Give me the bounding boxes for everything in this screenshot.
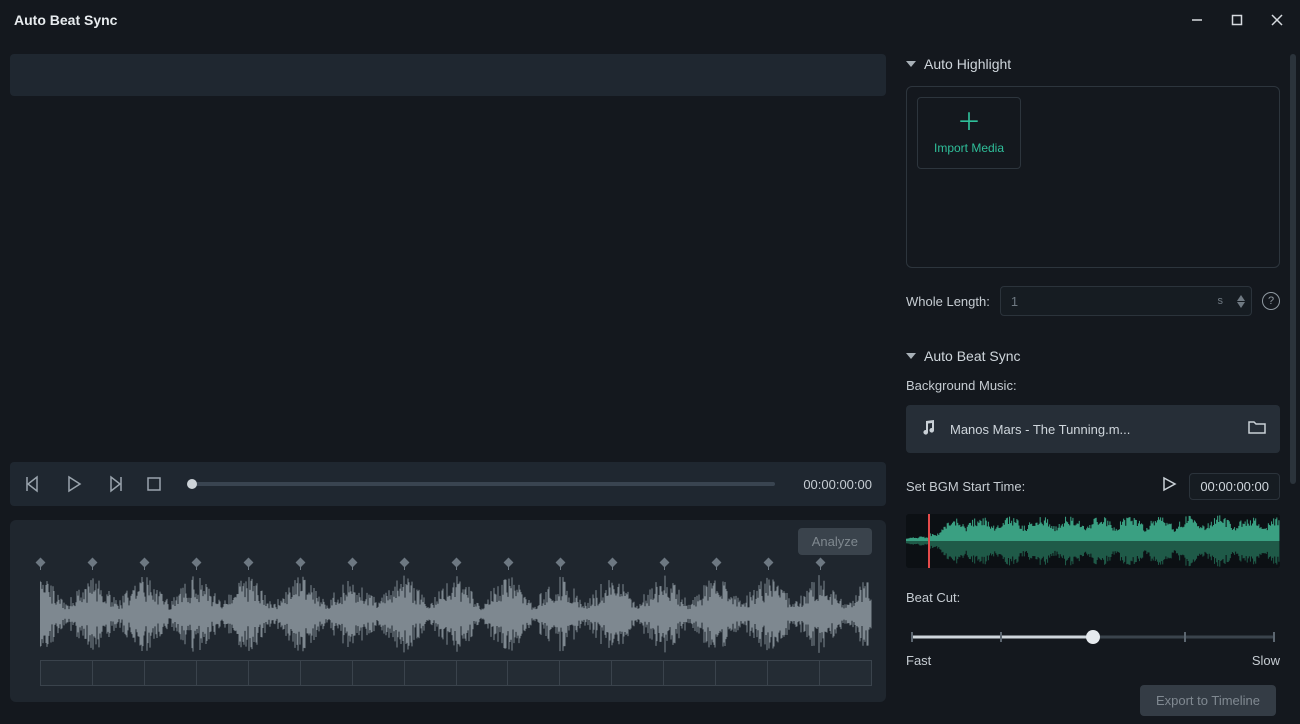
waveform-panel: Analyze	[10, 520, 886, 702]
whole-length-value: 1	[1011, 294, 1018, 309]
section-title: Auto Beat Sync	[924, 348, 1021, 364]
analyze-button[interactable]: Analyze	[798, 528, 872, 555]
bgm-playhead[interactable]	[928, 514, 930, 568]
window-title: Auto Beat Sync	[14, 12, 117, 28]
preview-strip	[10, 54, 886, 96]
preview-play-button[interactable]	[1161, 476, 1177, 497]
import-media-button[interactable]: ＋ Import Media	[917, 97, 1021, 169]
start-time-input[interactable]: 00:00:00:00	[1189, 473, 1280, 500]
play-button[interactable]	[64, 474, 84, 494]
whole-length-input[interactable]: 1 s	[1000, 286, 1252, 316]
beat-cut-thumb[interactable]	[1086, 630, 1100, 644]
seek-thumb[interactable]	[187, 479, 197, 489]
chevron-down-icon	[906, 351, 916, 361]
chevron-down-icon	[906, 59, 916, 69]
media-drop-area[interactable]: ＋ Import Media	[906, 86, 1280, 268]
music-note-icon	[920, 418, 938, 441]
browse-folder-button[interactable]	[1248, 419, 1266, 440]
panel-scrollbar[interactable]	[1290, 54, 1296, 494]
beat-cut-slider[interactable]	[906, 627, 1280, 647]
seek-slider[interactable]	[192, 482, 775, 486]
section-title: Auto Highlight	[924, 56, 1011, 72]
stop-button[interactable]	[144, 474, 164, 494]
bgm-filename: Manos Mars - The Tunning.m...	[950, 422, 1236, 437]
close-button[interactable]	[1268, 11, 1286, 29]
section-auto-beat-sync[interactable]: Auto Beat Sync	[906, 348, 1280, 364]
whole-length-label: Whole Length:	[906, 294, 990, 309]
section-auto-highlight[interactable]: Auto Highlight	[906, 56, 1280, 72]
minimize-button[interactable]	[1188, 11, 1206, 29]
prev-frame-button[interactable]	[24, 474, 44, 494]
beat-cut-slow-label: Slow	[1252, 653, 1280, 668]
bgm-waveform[interactable]	[906, 514, 1280, 568]
transport-bar: 00:00:00:00	[10, 462, 886, 506]
step-up-icon[interactable]	[1237, 295, 1245, 301]
maximize-button[interactable]	[1228, 11, 1246, 29]
waveform-display	[40, 572, 872, 656]
next-frame-button[interactable]	[104, 474, 124, 494]
beat-cut-label: Beat Cut:	[906, 590, 1280, 605]
start-time-label: Set BGM Start Time:	[906, 479, 1025, 494]
transport-timecode: 00:00:00:00	[803, 477, 872, 492]
beat-segments	[40, 660, 872, 686]
help-icon[interactable]: ?	[1262, 292, 1280, 310]
video-preview	[10, 110, 886, 448]
import-media-label: Import Media	[934, 141, 1004, 155]
export-to-timeline-button[interactable]: Export to Timeline	[1140, 685, 1276, 716]
whole-length-unit: s	[1218, 295, 1224, 307]
bgm-label: Background Music:	[906, 378, 1280, 393]
bgm-file-box: Manos Mars - The Tunning.m...	[906, 405, 1280, 453]
plus-icon: ＋	[957, 111, 981, 135]
step-down-icon[interactable]	[1237, 302, 1245, 308]
beat-cut-fast-label: Fast	[906, 653, 931, 668]
